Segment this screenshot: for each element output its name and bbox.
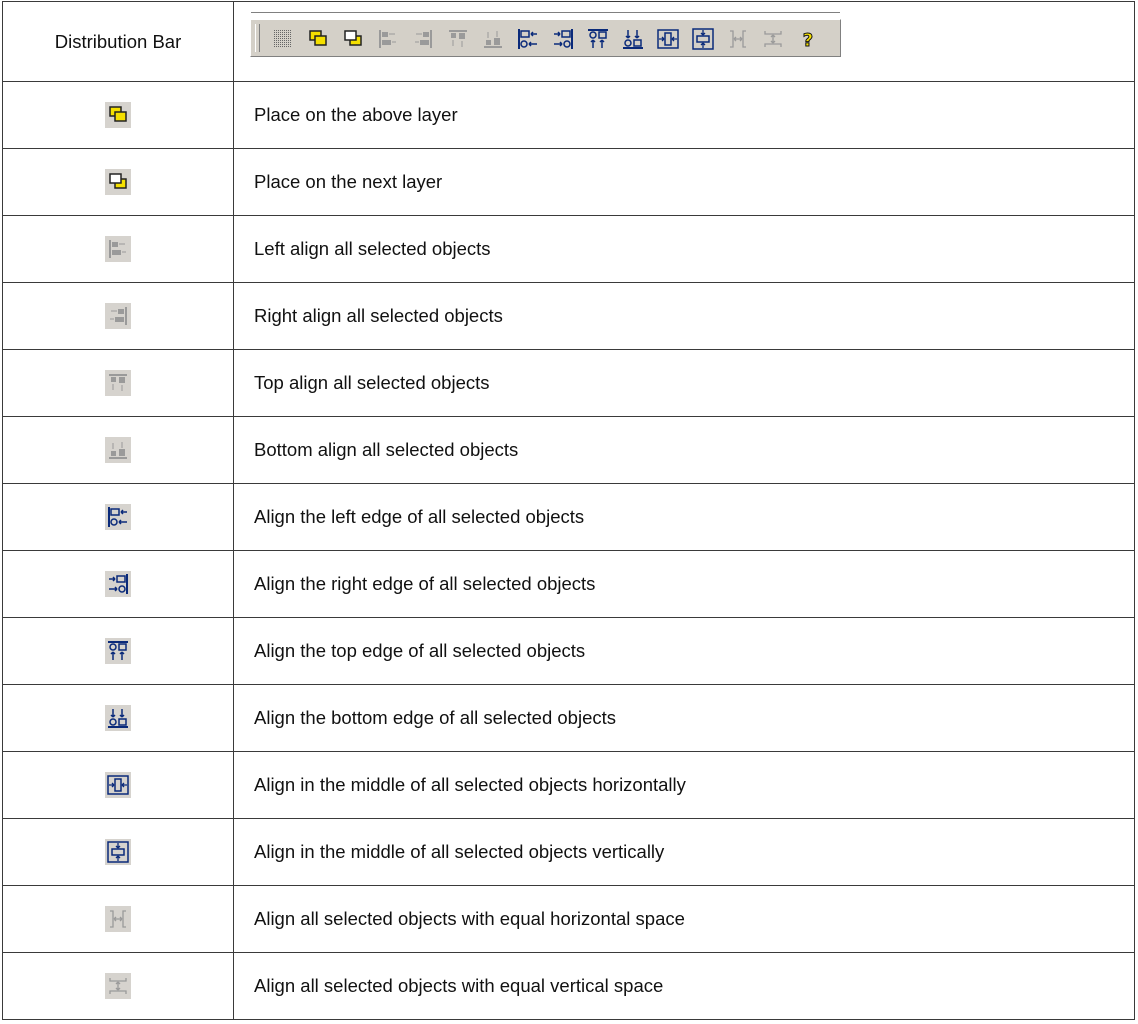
header-label-cell: Distribution Bar [2,1,234,82]
description-cell: Left align all selected objects [233,215,1135,283]
icon-cell [2,885,234,953]
help-icon[interactable]: ? [795,26,819,51]
table-row: Align the left edge of all selected obje… [2,483,1135,551]
space-vertical-icon [105,973,131,999]
space-horizontal-icon [105,906,131,932]
description-cell: Align the right edge of all selected obj… [233,550,1135,618]
icon-cell [2,81,234,149]
space-horizontal-icon[interactable] [725,26,749,50]
description-cell: Align all selected objects with equal ve… [233,952,1135,1020]
table-row: Align in the middle of all selected obje… [2,751,1135,819]
table-row: Right align all selected objects [2,282,1135,350]
align-bottom-edge-icon [105,705,131,731]
icon-cell [2,550,234,618]
description-cell: Align the left edge of all selected obje… [233,483,1135,551]
align-bottom-icon[interactable] [480,26,504,50]
description-cell: Right align all selected objects [233,282,1135,350]
grid-icon[interactable] [270,26,294,50]
table-row: Align all selected objects with equal ho… [2,885,1135,953]
align-bottom-edge-icon[interactable] [620,26,644,50]
toolbar-top-line [251,11,840,16]
center-vertical-icon [105,839,131,865]
table-row: Align in the middle of all selected obje… [2,818,1135,886]
align-top-icon[interactable] [445,26,469,50]
align-top-edge-icon[interactable] [585,26,609,50]
description-cell: Align the bottom edge of all selected ob… [233,684,1135,752]
icon-cell [2,751,234,819]
description-cell: Place on the next layer [233,148,1135,216]
description-cell: Align the top edge of all selected objec… [233,617,1135,685]
center-vertical-icon[interactable] [690,26,714,50]
align-left-edge-icon[interactable] [515,26,539,50]
send-backward-icon[interactable] [340,26,364,50]
icon-cell [2,684,234,752]
svg-text:?: ? [803,30,813,51]
align-top-icon [105,370,131,396]
description-cell: Bottom align all selected objects [233,416,1135,484]
align-left-edge-icon [105,504,131,530]
description-cell: Align all selected objects with equal ho… [233,885,1135,953]
center-horizontal-icon[interactable] [655,26,679,50]
align-left-icon [105,236,131,262]
icon-cell [2,617,234,685]
icon-cell [2,282,234,350]
toolbar-cell: ? [233,1,1135,82]
icon-cell [2,483,234,551]
description-cell: Align in the middle of all selected obje… [233,818,1135,886]
icon-cell [2,349,234,417]
align-right-edge-icon [105,571,131,597]
align-right-edge-icon[interactable] [550,26,574,50]
table-row: Left align all selected objects [2,215,1135,283]
icon-cell [2,148,234,216]
table-row: Align the bottom edge of all selected ob… [2,684,1135,752]
align-bottom-icon [105,437,131,463]
table-row: Bottom align all selected objects [2,416,1135,484]
header-label: Distribution Bar [54,30,182,52]
align-right-icon [105,303,131,329]
table-row: Align all selected objects with equal ve… [2,952,1135,1020]
distribution-toolbar: ? [250,11,841,57]
header-row: Distribution Bar ? [2,1,1135,82]
icon-cell [2,215,234,283]
description-cell: Align in the middle of all selected obje… [233,751,1135,819]
table-row: Place on the next layer [2,148,1135,216]
align-left-icon[interactable] [375,26,399,50]
send-backward-icon [105,169,131,195]
align-top-edge-icon [105,638,131,664]
align-right-icon[interactable] [410,26,434,50]
icon-cell [2,818,234,886]
distribution-bar-table: Distribution Bar ? Place on the above la… [2,1,1135,1020]
center-horizontal-icon [105,772,131,798]
icon-cell [2,416,234,484]
icon-cell [2,952,234,1020]
table-row: Align the top edge of all selected objec… [2,617,1135,685]
toolbar-grip[interactable] [255,23,260,52]
table-row: Place on the above layer [2,81,1135,149]
space-vertical-icon[interactable] [760,26,784,50]
bring-forward-icon [105,102,131,128]
table-row: Align the right edge of all selected obj… [2,550,1135,618]
description-cell: Place on the above layer [233,81,1135,149]
bring-forward-icon[interactable] [305,26,329,50]
description-cell: Top align all selected objects [233,349,1135,417]
table-row: Top align all selected objects [2,349,1135,417]
